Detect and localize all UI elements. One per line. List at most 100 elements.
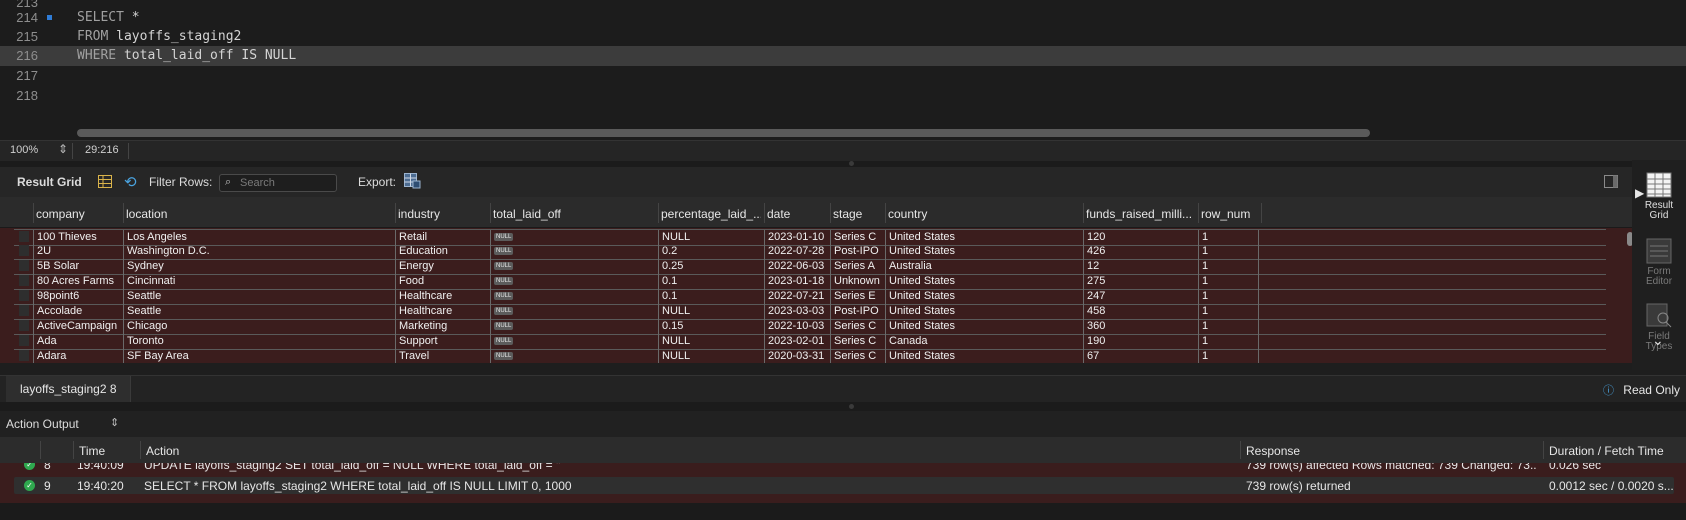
- table-cell[interactable]: Healthcare: [395, 304, 490, 319]
- table-cell[interactable]: 2020-03-31: [764, 349, 830, 363]
- row-selector[interactable]: [19, 245, 29, 256]
- form-editor-tab[interactable]: Form Editor: [1632, 238, 1686, 287]
- table-cell[interactable]: 1: [1198, 304, 1258, 319]
- table-cell[interactable]: Healthcare: [395, 289, 490, 304]
- chevron-down-icon[interactable]: ⌄: [1652, 332, 1664, 349]
- table-cell[interactable]: NULL: [658, 349, 764, 363]
- table-cell[interactable]: Australia: [885, 259, 1083, 274]
- table-cell[interactable]: 0.1: [658, 274, 764, 289]
- table-cell[interactable]: 0.2: [658, 244, 764, 259]
- sql-editor[interactable]: 213 214 SELECT * 215 FROM layoffs_stagin…: [0, 0, 1686, 142]
- table-cell[interactable]: Marketing: [395, 319, 490, 334]
- table-row[interactable]: 80 Acres Farms Cincinnati Food NULL 0.1 2023-…: [14, 274, 1606, 290]
- header-separator[interactable]: [33, 203, 34, 223]
- table-cell[interactable]: NULL: [490, 289, 658, 304]
- table-cell[interactable]: Ada: [33, 334, 123, 349]
- table-cell[interactable]: 426: [1083, 244, 1198, 259]
- table-row[interactable]: ActiveCampaign Chicago Marketing NULL 0.15 20…: [14, 319, 1606, 335]
- code-line-218[interactable]: 218: [0, 86, 1686, 106]
- header-separator[interactable]: [1083, 203, 1084, 223]
- table-cell[interactable]: Adara: [33, 349, 123, 363]
- result-grid[interactable]: company location industry total_laid_off per…: [0, 197, 1632, 363]
- table-cell[interactable]: 2022-10-03: [764, 319, 830, 334]
- header-separator[interactable]: [490, 203, 491, 223]
- header-separator[interactable]: [830, 203, 831, 223]
- action-output-select[interactable]: Action Output: [6, 417, 79, 431]
- table-cell[interactable]: 1: [1198, 319, 1258, 334]
- column-header[interactable]: percentage_laid_...: [661, 207, 761, 221]
- table-cell[interactable]: 2023-02-01: [764, 334, 830, 349]
- column-header[interactable]: total_laid_off: [493, 207, 655, 221]
- table-cell[interactable]: United States: [885, 319, 1083, 334]
- result-grid-tab[interactable]: Result Grid: [1632, 172, 1686, 221]
- table-cell[interactable]: United States: [885, 274, 1083, 289]
- table-cell[interactable]: 1: [1198, 349, 1258, 363]
- table-cell[interactable]: 2022-06-03: [764, 259, 830, 274]
- table-cell[interactable]: Chicago: [123, 319, 395, 334]
- chevron-updown-icon[interactable]: ⇕: [110, 416, 119, 429]
- header-separator[interactable]: [123, 203, 124, 223]
- table-row[interactable]: Adara SF Bay Area Travel NULL NULL 2020-03-31…: [14, 349, 1606, 363]
- table-row[interactable]: 98point6 Seattle Healthcare NULL 0.1 2022-07-…: [14, 289, 1606, 305]
- table-row[interactable]: 5B Solar Sydney Energy NULL 0.25 2022-06-03 Se…: [14, 259, 1606, 275]
- table-cell[interactable]: 1: [1198, 289, 1258, 304]
- table-cell[interactable]: 2023-01-18: [764, 274, 830, 289]
- table-cell[interactable]: Seattle: [123, 289, 395, 304]
- table-row[interactable]: Accolade Seattle Healthcare NULL NULL 2023-03…: [14, 304, 1606, 320]
- table-cell[interactable]: 2023-03-03: [764, 304, 830, 319]
- table-cell[interactable]: Sydney: [123, 259, 395, 274]
- table-cell[interactable]: Series C: [830, 230, 885, 245]
- table-cell[interactable]: United States: [885, 349, 1083, 363]
- table-cell[interactable]: Los Angeles: [123, 230, 395, 245]
- table-cell[interactable]: NULL: [490, 259, 658, 274]
- column-header[interactable]: industry: [398, 207, 487, 221]
- table-cell[interactable]: 190: [1083, 334, 1198, 349]
- row-selector[interactable]: [19, 231, 29, 242]
- table-cell[interactable]: Washington D.C.: [123, 244, 395, 259]
- export-icon[interactable]: [404, 173, 421, 192]
- table-cell[interactable]: 120: [1083, 230, 1198, 245]
- code-line-215[interactable]: 215 FROM layoffs_staging2: [0, 27, 1686, 47]
- table-cell[interactable]: United States: [885, 230, 1083, 245]
- table-cell[interactable]: 247: [1083, 289, 1198, 304]
- table-cell[interactable]: 2022-07-21: [764, 289, 830, 304]
- header-separator[interactable]: [764, 203, 765, 223]
- row-selector[interactable]: [19, 320, 29, 331]
- table-cell[interactable]: 98point6: [33, 289, 123, 304]
- toggle-panel-icon[interactable]: [1604, 175, 1618, 191]
- code-line-217[interactable]: 217: [0, 66, 1686, 86]
- header-separator[interactable]: [395, 203, 396, 223]
- table-cell[interactable]: 1: [1198, 334, 1258, 349]
- column-header[interactable]: company: [36, 207, 120, 221]
- table-cell[interactable]: 67: [1083, 349, 1198, 363]
- table-cell[interactable]: Education: [395, 244, 490, 259]
- table-cell[interactable]: Energy: [395, 259, 490, 274]
- row-selector[interactable]: [19, 260, 29, 271]
- table-cell[interactable]: 5B Solar: [33, 259, 123, 274]
- zoom-level[interactable]: 100%: [10, 144, 38, 156]
- zoom-stepper-icon[interactable]: ⇕: [58, 142, 68, 156]
- table-cell[interactable]: NULL: [658, 304, 764, 319]
- table-row[interactable]: 2U Washington D.C. Education NULL 0.2 2022-07…: [14, 244, 1606, 260]
- table-cell[interactable]: NULL: [490, 244, 658, 259]
- table-cell[interactable]: 275: [1083, 274, 1198, 289]
- table-cell[interactable]: 360: [1083, 319, 1198, 334]
- search-input[interactable]: [240, 175, 332, 191]
- table-cell[interactable]: 80 Acres Farms: [33, 274, 123, 289]
- horizontal-scrollbar[interactable]: [77, 129, 1370, 137]
- table-cell[interactable]: NULL: [490, 230, 658, 245]
- column-header[interactable]: row_num: [1201, 207, 1255, 221]
- refresh-icon[interactable]: ⟲: [124, 173, 137, 191]
- table-cell[interactable]: NULL: [490, 334, 658, 349]
- grid-view-icon[interactable]: [98, 175, 112, 191]
- table-cell[interactable]: Retail: [395, 230, 490, 245]
- table-cell[interactable]: 0.15: [658, 319, 764, 334]
- table-cell[interactable]: Series C: [830, 349, 885, 363]
- header-separator[interactable]: [658, 203, 659, 223]
- table-cell[interactable]: NULL: [490, 304, 658, 319]
- row-selector[interactable]: [19, 335, 29, 346]
- table-cell[interactable]: 100 Thieves: [33, 230, 123, 245]
- table-row[interactable]: Ada Toronto Support NULL NULL 2023-02-01 Serie…: [14, 334, 1606, 350]
- table-cell[interactable]: Cincinnati: [123, 274, 395, 289]
- table-cell[interactable]: 0.25: [658, 259, 764, 274]
